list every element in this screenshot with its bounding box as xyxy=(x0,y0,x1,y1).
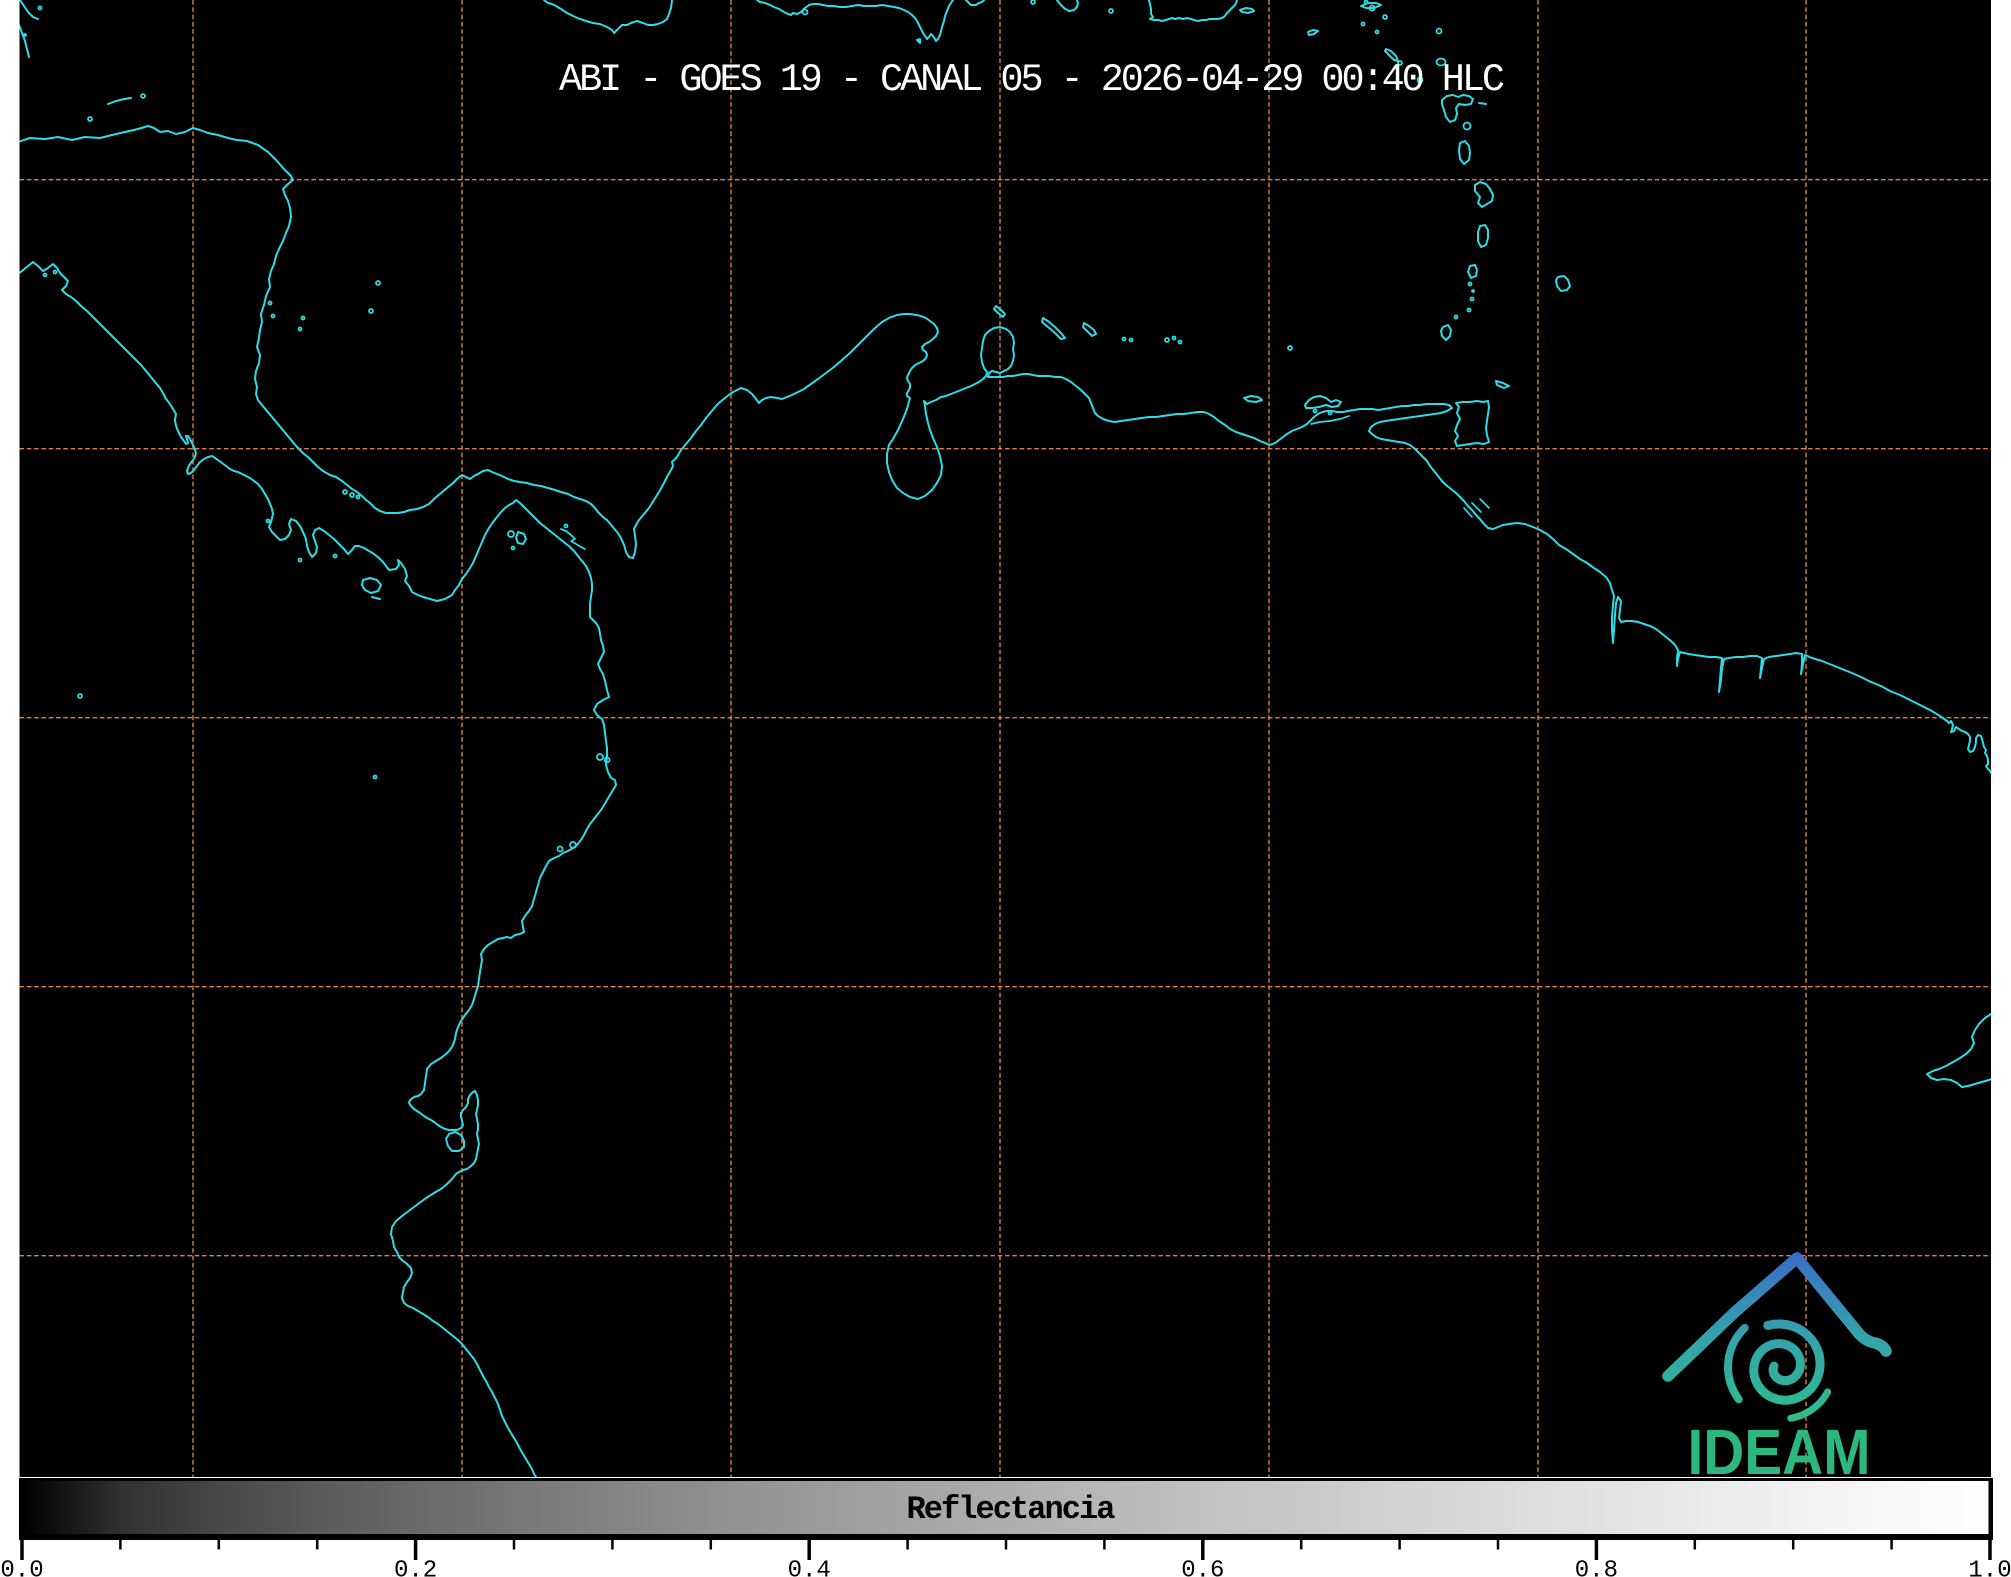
svg-text:0.6: 0.6 xyxy=(1181,1558,1224,1577)
svg-text:0.2: 0.2 xyxy=(394,1558,437,1577)
svg-text:0.4: 0.4 xyxy=(788,1558,831,1577)
svg-text:0.8: 0.8 xyxy=(1575,1558,1618,1577)
svg-text:ABI - GOES 19 - CANAL 05 - 202: ABI - GOES 19 - CANAL 05 - 2026-04-29 00… xyxy=(559,58,1504,102)
svg-text:IDEAM: IDEAM xyxy=(1688,1416,1871,1488)
svg-text:0.0: 0.0 xyxy=(0,1558,43,1577)
svg-text:1.0: 1.0 xyxy=(1968,1558,2011,1577)
svg-text:Reflectancia: Reflectancia xyxy=(906,1491,1115,1528)
